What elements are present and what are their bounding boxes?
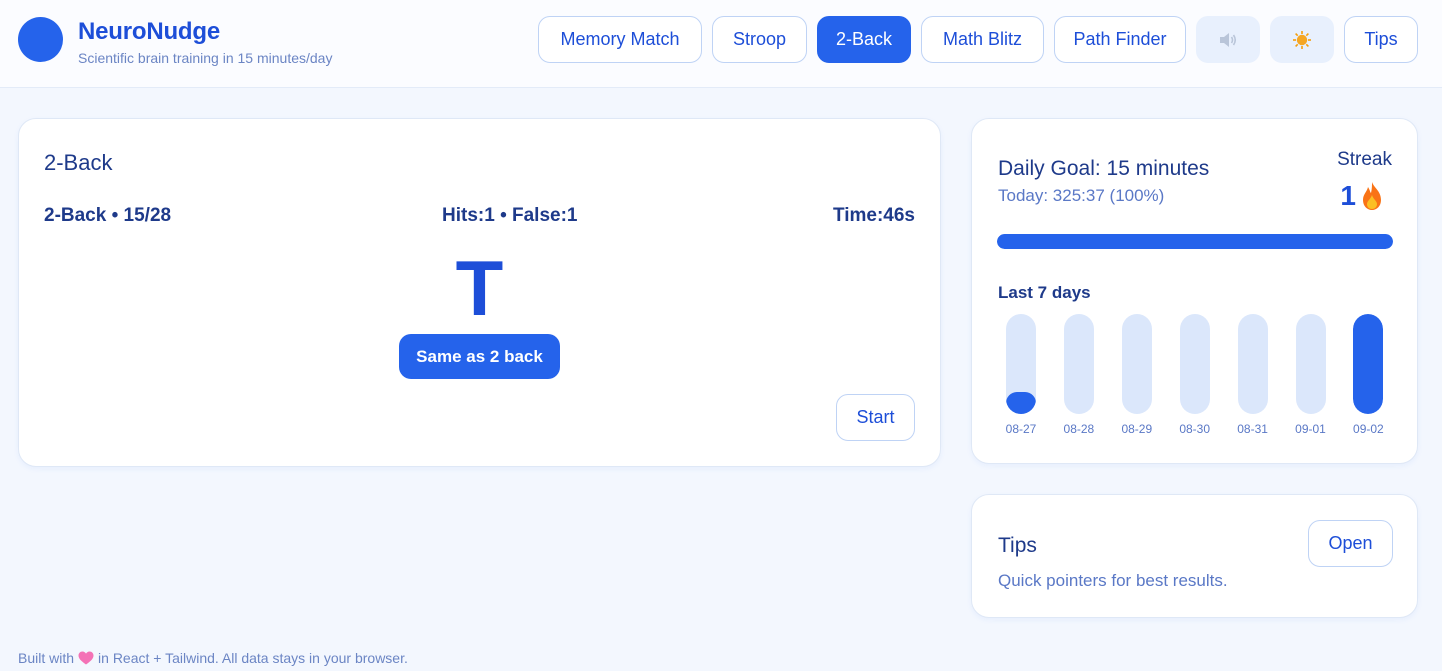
- day-bar: [1006, 314, 1036, 414]
- day-label: 08-31: [1237, 422, 1268, 436]
- goal-today: Today: 325:37 (100%): [998, 186, 1165, 205]
- day-label: 08-27: [1005, 422, 1037, 436]
- day-column: 09-01: [1287, 314, 1335, 439]
- goal-progress-fill: [997, 234, 1393, 249]
- score-readout: Hits:1 • False:1: [442, 205, 578, 226]
- day-bar-fill: [1353, 314, 1384, 414]
- goal-progress-bar: [997, 234, 1393, 249]
- time-readout: Time:46s: [832, 205, 915, 226]
- streak-label: Streak: [1337, 149, 1392, 170]
- heart-icon: [78, 651, 94, 665]
- day-label: 08-29: [1121, 422, 1153, 436]
- goal-title: Daily Goal: 15 minutes: [998, 157, 1210, 180]
- day-bar-fill: [1006, 392, 1036, 414]
- sound-toggle-button[interactable]: [1196, 16, 1260, 63]
- start-button[interactable]: Start: [836, 394, 915, 441]
- nav-stroop-button[interactable]: Stroop: [712, 16, 807, 63]
- day-column: 08-27: [997, 314, 1045, 439]
- app-title: NeuroNudge: [78, 18, 221, 45]
- day-label: 09-02: [1353, 422, 1384, 436]
- tips-open-button[interactable]: Open: [1308, 520, 1393, 567]
- day-column: 08-28: [1055, 314, 1103, 439]
- nav-2-back-button[interactable]: 2-Back: [817, 16, 911, 63]
- speaker-icon: [1220, 32, 1237, 47]
- day-column: 09-02: [1344, 314, 1392, 439]
- footer-text-start: Built with: [18, 650, 75, 666]
- tips-subtitle: Quick pointers for best results.: [998, 571, 1228, 590]
- week-label: Last 7 days: [998, 283, 1091, 302]
- day-bar: [1353, 314, 1384, 414]
- trial-progress: 2-Back • 15/28: [44, 205, 172, 226]
- day-column: 08-31: [1229, 314, 1277, 439]
- sun-icon: [1293, 30, 1311, 49]
- theme-toggle-button[interactable]: [1270, 16, 1334, 63]
- tips-title: Tips: [998, 534, 1037, 557]
- stimulus-letter: T: [455, 244, 504, 332]
- tips-card: Tips Quick pointers for best results. Op…: [971, 494, 1418, 618]
- game-title: 2-Back: [44, 150, 113, 175]
- footer-text-end: in React + Tailwind. All data stays in y…: [98, 650, 408, 666]
- day-bar: [1179, 314, 1210, 414]
- nav-path-finder-button[interactable]: Path Finder: [1054, 16, 1186, 63]
- daily-goal-card: Daily Goal: 15 minutes Today: 325:37 (10…: [971, 118, 1418, 464]
- day-bar: [1295, 314, 1326, 414]
- flame-icon: [1363, 182, 1381, 210]
- day-column: 08-30: [1171, 314, 1219, 439]
- day-bar: [1237, 314, 1268, 414]
- logo: [18, 17, 63, 62]
- streak-value: 1: [1340, 180, 1356, 211]
- app-header: NeuroNudge Scientific brain training in …: [0, 0, 1442, 88]
- footer: Built with in React + Tailwind. All data…: [18, 650, 408, 666]
- nav-memory-match-button[interactable]: Memory Match: [538, 16, 702, 63]
- nav-math-blitz-button[interactable]: Math Blitz: [921, 16, 1044, 63]
- day-bar: [1063, 314, 1094, 414]
- day-label: 09-01: [1295, 422, 1326, 436]
- app-subtitle: Scientific brain training in 15 minutes/…: [78, 50, 333, 66]
- day-label: 08-30: [1179, 422, 1211, 436]
- week-chart: 08-27 08-28 08-29 08-30 08-31 09-01 09-02: [997, 314, 1393, 439]
- match-button[interactable]: Same as 2 back: [399, 334, 560, 379]
- day-bar: [1121, 314, 1152, 414]
- game-card: 2-Back 2-Back • 15/28 Hits:1 • False:1 T…: [18, 118, 941, 467]
- streak-value-group: 1: [1340, 180, 1384, 212]
- nav-tips-button[interactable]: Tips: [1344, 16, 1418, 63]
- day-column: 08-29: [1113, 314, 1161, 439]
- day-label: 08-28: [1063, 422, 1095, 436]
